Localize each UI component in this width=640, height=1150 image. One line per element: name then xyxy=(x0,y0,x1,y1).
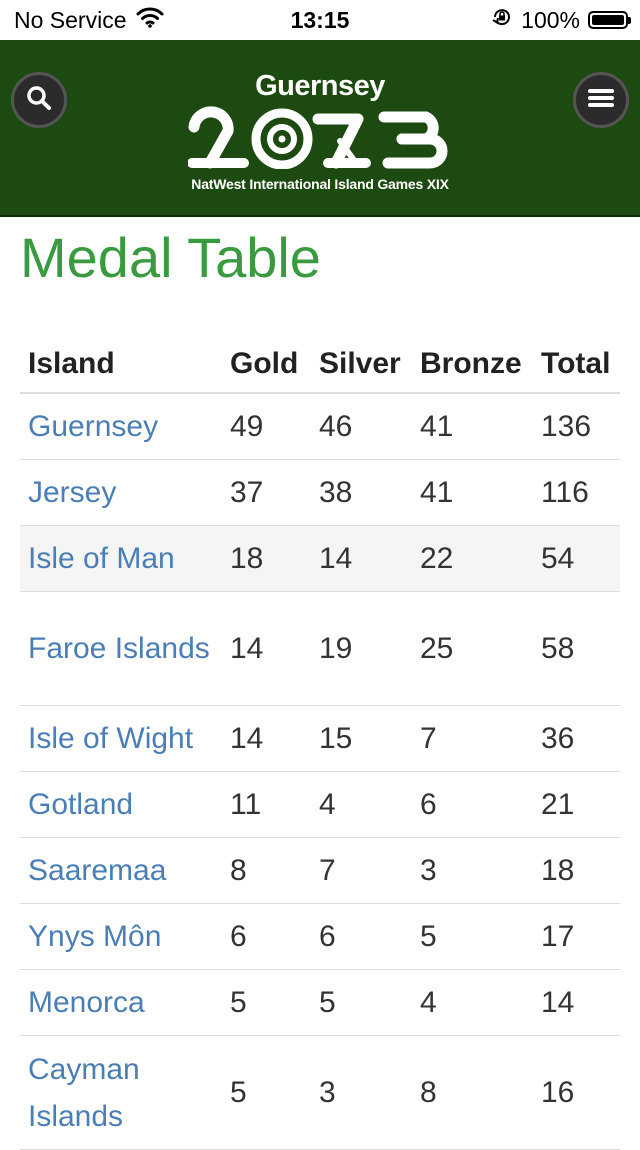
total-count: 14 xyxy=(533,969,620,1036)
total-count: 21 xyxy=(533,771,620,838)
silver-count: 19 xyxy=(311,591,412,706)
logo-year-graphic xyxy=(185,105,455,174)
gold-count: 8 xyxy=(222,837,311,904)
table-row: Saaremaa 8 7 3 18 xyxy=(20,837,620,904)
gold-count: 5 xyxy=(222,969,311,1036)
table-row: Isle of Man 18 14 22 54 xyxy=(20,525,620,592)
column-header-bronze: Bronze xyxy=(412,336,533,394)
bronze-count: 8 xyxy=(412,1035,533,1150)
total-count: 54 xyxy=(533,525,620,592)
hamburger-menu-icon xyxy=(587,87,615,114)
column-header-total: Total xyxy=(533,336,620,394)
silver-count: 14 xyxy=(311,525,412,592)
silver-count: 3 xyxy=(311,1035,412,1150)
site-header: Guernsey NatWest International Island Ga… xyxy=(0,40,640,217)
table-row: Guernsey 49 46 41 136 xyxy=(20,393,620,460)
silver-count: 4 xyxy=(311,771,412,838)
silver-count: 5 xyxy=(311,969,412,1036)
silver-count: 15 xyxy=(311,705,412,772)
gold-count: 5 xyxy=(222,1035,311,1150)
total-count: 16 xyxy=(533,1035,620,1150)
gold-count: 11 xyxy=(222,771,311,838)
island-link[interactable]: Saaremaa xyxy=(28,854,166,887)
silver-count: 7 xyxy=(311,837,412,904)
bronze-count: 6 xyxy=(412,771,533,838)
total-count: 116 xyxy=(533,459,620,526)
games-logo[interactable]: Guernsey NatWest International Island Ga… xyxy=(185,70,455,192)
page-title: Medal Table xyxy=(20,226,321,289)
table-row: Ynys Môn 6 6 5 17 xyxy=(20,903,620,970)
table-row: Isle of Wight 14 15 7 36 xyxy=(20,705,620,772)
column-header-island: Island xyxy=(20,336,222,394)
bronze-count: 41 xyxy=(412,393,533,460)
wifi-icon xyxy=(136,6,164,34)
gold-count: 18 xyxy=(222,525,311,592)
island-link[interactable]: Isle of Wight xyxy=(28,722,193,755)
island-link[interactable]: Isle of Man xyxy=(28,542,175,575)
bronze-count: 41 xyxy=(412,459,533,526)
logo-title: Guernsey xyxy=(255,70,385,102)
bronze-count: 7 xyxy=(412,705,533,772)
gold-count: 37 xyxy=(222,459,311,526)
table-header-row: Island Gold Silver Bronze Total xyxy=(20,336,620,394)
bronze-count: 3 xyxy=(412,837,533,904)
bronze-count: 4 xyxy=(412,969,533,1036)
table-row: Jersey 37 38 41 116 xyxy=(20,459,620,526)
island-link[interactable]: Menorca xyxy=(28,986,145,1019)
gold-count: 6 xyxy=(222,903,311,970)
total-count: 36 xyxy=(533,705,620,772)
island-link[interactable]: Jersey xyxy=(28,476,116,509)
silver-count: 38 xyxy=(311,459,412,526)
gold-count: 14 xyxy=(222,705,311,772)
carrier-label: No Service xyxy=(14,6,127,33)
table-row: Menorca 5 5 4 14 xyxy=(20,969,620,1036)
island-link[interactable]: Ynys Môn xyxy=(28,920,161,953)
island-link[interactable]: Guernsey xyxy=(28,410,158,443)
silver-count: 46 xyxy=(311,393,412,460)
total-count: 18 xyxy=(533,837,620,904)
logo-subtitle: NatWest International Island Games XIX xyxy=(191,176,449,192)
search-button[interactable] xyxy=(11,72,67,128)
bronze-count: 5 xyxy=(412,903,533,970)
total-count: 58 xyxy=(533,591,620,706)
table-row: Faroe Islands 14 19 25 58 xyxy=(20,591,620,706)
menu-button[interactable] xyxy=(573,72,629,128)
bronze-count: 22 xyxy=(412,525,533,592)
island-link[interactable]: Faroe Islands xyxy=(28,632,210,665)
column-header-silver: Silver xyxy=(311,336,412,394)
search-icon xyxy=(25,84,53,117)
gold-count: 14 xyxy=(222,591,311,706)
silver-count: 6 xyxy=(311,903,412,970)
total-count: 136 xyxy=(533,393,620,460)
battery-icon xyxy=(588,11,631,29)
table-row: Gotland 11 4 6 21 xyxy=(20,771,620,838)
rotation-lock-icon xyxy=(491,6,513,34)
medal-table: Island Gold Silver Bronze Total Guernsey… xyxy=(20,336,620,1150)
battery-percent: 100% xyxy=(521,6,580,33)
gold-count: 49 xyxy=(222,393,311,460)
island-link[interactable]: Cayman Islands xyxy=(28,1053,140,1133)
column-header-gold: Gold xyxy=(222,336,311,394)
total-count: 17 xyxy=(533,903,620,970)
table-row: Cayman Islands 5 3 8 16 xyxy=(20,1035,620,1150)
bronze-count: 25 xyxy=(412,591,533,706)
island-link[interactable]: Gotland xyxy=(28,788,133,821)
status-bar: No Service 13:15 100% xyxy=(0,0,640,40)
